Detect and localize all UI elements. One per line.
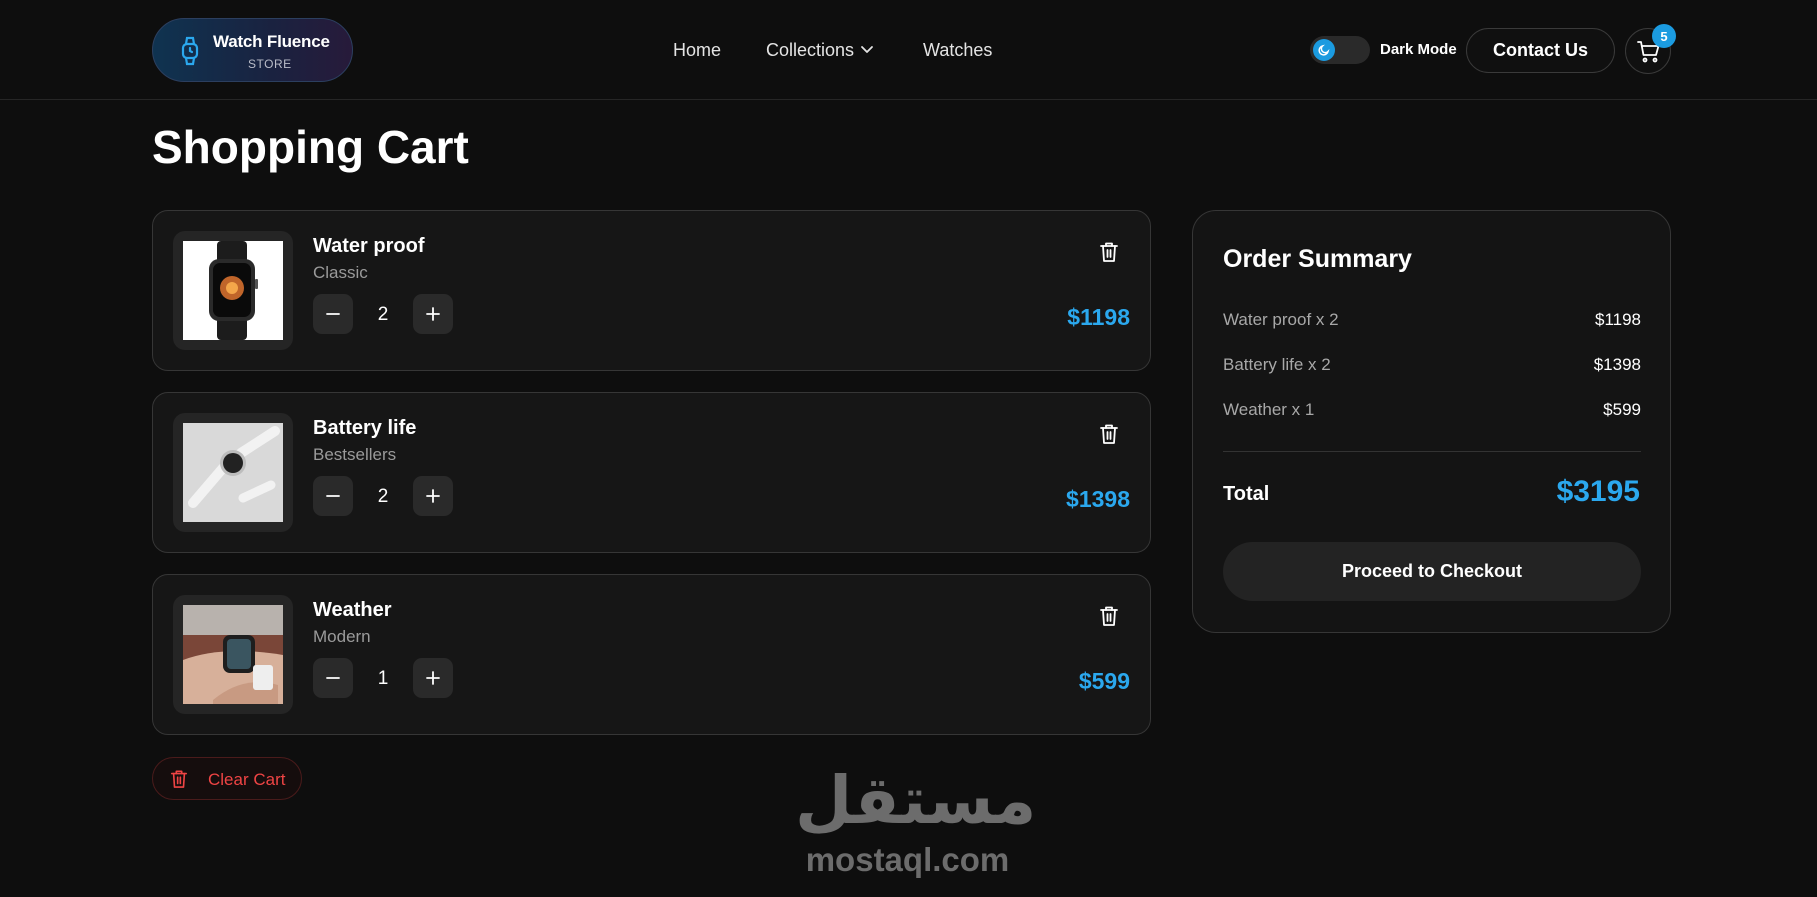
summary-row-amount: $1198: [1594, 310, 1641, 329]
plus-icon: [426, 671, 440, 685]
brand-tagline: STORE: [248, 57, 292, 71]
toggle-knob: [1313, 39, 1335, 61]
increase-quantity-button[interactable]: [413, 658, 453, 698]
brand-name: Watch Fluence: [213, 32, 330, 51]
item-quantity: 2: [377, 304, 389, 325]
cart-item: Battery life Bestsellers 2 $1398: [152, 392, 1151, 553]
product-image[interactable]: [173, 413, 293, 532]
item-quantity: 1: [377, 668, 389, 689]
item-price: $599: [1078, 668, 1130, 694]
minus-icon: [326, 677, 340, 679]
proceed-to-checkout-button[interactable]: Proceed to Checkout: [1223, 542, 1641, 601]
cart-item: Weather Modern 1 $599: [152, 574, 1151, 735]
plus-icon: [426, 307, 440, 321]
item-name: Weather: [313, 599, 392, 621]
dark-mode-toggle[interactable]: [1310, 36, 1370, 64]
cart-item: Water proof Classic 2 $1198: [152, 210, 1151, 371]
trash-icon[interactable]: [1099, 423, 1119, 445]
watermark-text: mostaql.com: [805, 841, 1010, 878]
contact-us-button[interactable]: Contact Us: [1466, 28, 1615, 73]
product-image[interactable]: [173, 595, 293, 714]
decrease-quantity-button[interactable]: [313, 476, 353, 516]
nav-home[interactable]: Home: [673, 40, 721, 61]
product-image[interactable]: [173, 231, 293, 350]
watermark-arabic: مستقل: [795, 762, 1037, 839]
summary-row-label: Water proof x 2: [1223, 310, 1339, 329]
cart-count-badge: 5: [1652, 24, 1676, 48]
minus-icon: [326, 495, 340, 497]
summary-row-label: Weather x 1: [1223, 400, 1315, 419]
summary-row-amount: $599: [1603, 400, 1641, 419]
dark-mode-label: Dark Mode: [1380, 41, 1457, 58]
item-quantity: 2: [377, 486, 389, 507]
watch-icon: [181, 36, 199, 66]
trash-icon: [170, 770, 188, 788]
item-name: Water proof: [313, 235, 425, 257]
item-price: $1398: [1066, 486, 1130, 512]
item-category: Classic: [313, 263, 368, 282]
total-amount: $3195: [1556, 475, 1640, 508]
watch-image: [183, 423, 283, 522]
increase-quantity-button[interactable]: [413, 476, 453, 516]
item-category: Modern: [313, 627, 371, 646]
watch-image: [183, 605, 283, 704]
trash-icon[interactable]: [1099, 605, 1119, 627]
minus-icon: [326, 313, 340, 315]
chevron-down-icon[interactable]: [860, 45, 874, 55]
clear-cart-label: Clear Cart: [208, 770, 286, 789]
nav-collections[interactable]: Collections: [766, 40, 854, 61]
summary-divider: [1223, 451, 1641, 452]
clear-cart-button[interactable]: Clear Cart: [152, 757, 302, 800]
decrease-quantity-button[interactable]: [313, 658, 353, 698]
page-title: Shopping Cart: [152, 121, 469, 173]
summary-row-label: Battery life x 2: [1223, 355, 1331, 374]
increase-quantity-button[interactable]: [413, 294, 453, 334]
item-price: $1198: [1067, 304, 1130, 330]
trash-icon[interactable]: [1099, 241, 1119, 263]
order-summary-title: Order Summary: [1223, 245, 1412, 273]
item-category: Bestsellers: [313, 445, 397, 464]
watch-image: [183, 241, 283, 340]
summary-row-amount: $1398: [1593, 355, 1641, 374]
item-name: Battery life: [313, 417, 417, 439]
moon-icon: [1318, 44, 1330, 56]
total-label: Total: [1223, 483, 1270, 505]
decrease-quantity-button[interactable]: [313, 294, 353, 334]
nav-watches[interactable]: Watches: [923, 40, 992, 61]
plus-icon: [426, 489, 440, 503]
brand-logo[interactable]: Watch Fluence STORE: [152, 18, 353, 82]
top-header: Watch Fluence STORE Home Collections Wat…: [0, 0, 1817, 100]
order-summary-panel: Order Summary Water proof x 2 $1198 Batt…: [1192, 210, 1671, 633]
